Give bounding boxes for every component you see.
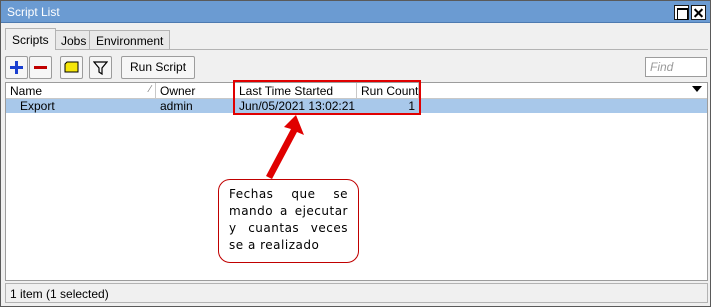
tab-environment[interactable]: Environment [89,30,171,50]
run-script-button[interactable]: Run Script [121,56,196,79]
minus-icon [34,66,47,69]
comment-button[interactable] [60,56,83,79]
column-header-label: Name [10,84,43,98]
window-title: Script List [7,5,60,19]
column-menu-icon[interactable] [692,86,702,92]
status-bar: 1 item (1 selected) [5,283,708,303]
title-bar: Script List [1,1,710,23]
add-button[interactable] [5,56,28,79]
filter-icon [93,61,108,75]
column-header-name[interactable]: Name ∕ [6,83,156,99]
cell-owner: admin [160,99,193,113]
plus-icon [10,61,23,74]
sort-icon: ∕ [149,84,151,95]
tab-divider [5,49,708,50]
find-box[interactable] [645,57,707,77]
cell-name: Export [20,99,55,113]
close-button[interactable] [691,5,706,20]
remove-button[interactable] [29,56,52,79]
find-input[interactable] [646,58,706,76]
column-header-owner[interactable]: Owner [156,83,235,99]
toolbar: Run Script [5,54,708,80]
filter-button[interactable] [89,56,112,79]
tab-scripts[interactable]: Scripts [5,28,56,50]
maximize-button[interactable] [674,5,689,20]
tab-jobs[interactable]: Jobs [54,30,94,50]
script-list-window: Script List Scripts Jobs Environment Run… [0,0,711,307]
status-text: 1 item (1 selected) [10,287,109,301]
annotation-highlight-box [233,80,421,115]
annotation-callout: Fechas que se mando a ejecutar y cuantas… [218,179,359,263]
comment-icon [64,61,79,73]
annotation-arrow-icon [266,115,304,179]
